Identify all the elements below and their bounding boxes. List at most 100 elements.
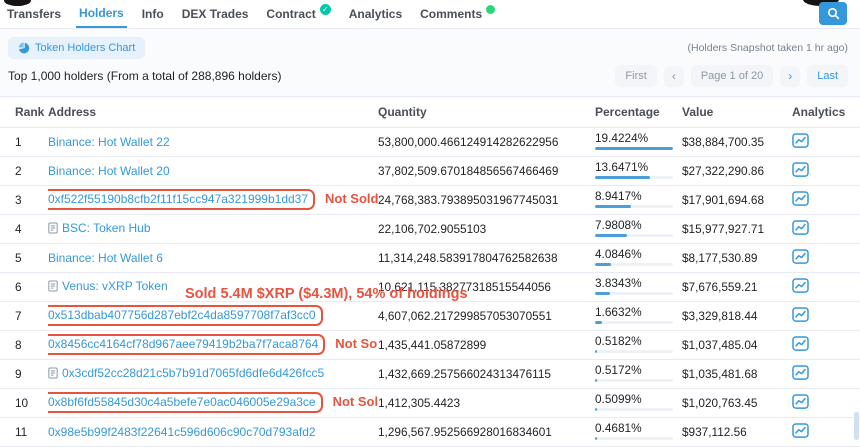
- analytics-chart-icon[interactable]: [792, 278, 809, 293]
- percentage-cell: 0.4681%: [595, 417, 682, 446]
- holder-address-link[interactable]: 0x98e5b99f2483f22641c596d606c90c70d793af…: [48, 425, 316, 439]
- tab-contract[interactable]: Contract ✓: [263, 0, 333, 28]
- value-cell: $3,329,818.44: [682, 301, 792, 330]
- percentage-bar: [595, 437, 673, 440]
- analytics-chart-icon[interactable]: [792, 249, 809, 264]
- table-row: 30xf522f55190b8cfb2f11f15cc947a321999b1d…: [0, 185, 860, 214]
- tab-analytics[interactable]: Analytics: [346, 0, 405, 28]
- comments-dot-icon: [486, 5, 495, 14]
- contract-icon: [48, 367, 58, 382]
- value-cell: $17,901,694.68: [682, 185, 792, 214]
- value-cell: $1,020,763.45: [682, 388, 792, 417]
- column-header-analytics: Analytics: [792, 97, 860, 127]
- holder-address-link[interactable]: 0x513dbab407756d287ebf2c4da8597708f7af3c…: [48, 308, 316, 322]
- analytics-cell: [792, 417, 860, 446]
- not-sold-annotation: Not Sold: [325, 191, 378, 206]
- address-cell: 0x8456cc4164cf78d967aee79419b2ba7f7aca87…: [48, 330, 378, 359]
- snapshot-note: (Holders Snapshot taken 1 hr ago): [687, 42, 848, 54]
- analytics-chart-icon[interactable]: [792, 162, 809, 177]
- tab-comments[interactable]: Comments: [417, 0, 498, 28]
- holders-table: Rank Address Quantity Percentage Value A…: [0, 97, 860, 447]
- value-cell: $1,037,485.04: [682, 330, 792, 359]
- holder-address-link[interactable]: 0x8456cc4164cf78d967aee79419b2ba7f7aca87…: [48, 337, 318, 351]
- tab-label: Comments: [420, 7, 482, 21]
- analytics-chart-icon[interactable]: [792, 423, 809, 438]
- tab-dex-trades[interactable]: DEX Trades: [179, 0, 252, 28]
- token-holders-chart-button[interactable]: Token Holders Chart: [8, 37, 145, 59]
- toolbar-row: Token Holders Chart (Holders Snapshot ta…: [0, 29, 860, 61]
- holder-address-link[interactable]: Venus: vXRP Token: [62, 279, 168, 293]
- next-page-button[interactable]: ›: [780, 66, 800, 87]
- address-cell: Binance: Hot Wallet 22: [48, 127, 378, 156]
- percentage-cell: 19.4224%: [595, 127, 682, 156]
- table-row: 4BSC: Token Hub22,106,702.90551037.9808%…: [0, 214, 860, 243]
- holder-address-link[interactable]: 0x3cdf52cc28d21c5b7b91d7065fd6dfe6d426fc…: [62, 366, 324, 380]
- value-cell: $8,177,530.89: [682, 243, 792, 272]
- analytics-chart-icon[interactable]: [792, 191, 809, 206]
- quantity-cell: 53,800,000.466124914282622956: [378, 127, 595, 156]
- holder-address-link[interactable]: 0xf522f55190b8cfb2f11f15cc947a321999b1dd…: [48, 192, 308, 206]
- percentage-cell: 7.9808%: [595, 214, 682, 243]
- column-header-percentage: Percentage: [595, 97, 682, 127]
- subheader-row: Top 1,000 holders (From a total of 288,8…: [0, 61, 860, 96]
- tab-label: Transfers: [7, 7, 61, 21]
- percentage-value: 1.6632%: [595, 307, 672, 319]
- holder-address-link[interactable]: BSC: Token Hub: [62, 221, 151, 235]
- percentage-cell: 0.5182%: [595, 330, 682, 359]
- percentage-cell: 8.9417%: [595, 185, 682, 214]
- analytics-chart-icon[interactable]: [792, 394, 809, 409]
- percentage-bar: [595, 234, 673, 237]
- percentage-bar: [595, 147, 673, 150]
- highlight-box: 0x8456cc4164cf78d967aee79419b2ba7f7aca87…: [48, 334, 325, 355]
- chart-button-label: Token Holders Chart: [35, 42, 135, 54]
- tab-holders[interactable]: Holders: [76, 0, 127, 28]
- table-row: 9 0x3cdf52cc28d21c5b7b91d7065fd6dfe6d426f…: [0, 359, 860, 388]
- tab-label: Analytics: [349, 7, 402, 21]
- quantity-cell: 1,432,669.257566024313476115: [378, 359, 595, 388]
- holder-address-link[interactable]: 0x8bf6fd55845d30c4a5befe7e0ac046005e29a3…: [48, 395, 316, 409]
- not-sold-annotation: Not Sold: [335, 336, 378, 351]
- first-page-button[interactable]: First: [615, 65, 656, 87]
- holder-address-link[interactable]: Binance: Hot Wallet 22: [48, 135, 170, 149]
- quantity-cell: 1,412,305.4423: [378, 388, 595, 417]
- address-cell: BSC: Token Hub: [48, 214, 378, 243]
- prev-page-button[interactable]: ‹: [664, 66, 684, 87]
- not-sold-annotation: Not Sold: [333, 394, 378, 409]
- holders-toolbar-band: Token Holders Chart (Holders Snapshot ta…: [0, 29, 860, 97]
- table-row: 70x513dbab407756d287ebf2c4da8597708f7af3…: [0, 301, 860, 330]
- tab-label: Holders: [79, 6, 124, 20]
- holder-address-link[interactable]: Binance: Hot Wallet 6: [48, 251, 163, 265]
- rank-cell: 1: [0, 127, 48, 156]
- analytics-chart-icon[interactable]: [792, 336, 809, 351]
- rank-cell: 6: [0, 272, 48, 301]
- analytics-cell: [792, 127, 860, 156]
- tab-label: Contract: [266, 7, 315, 21]
- percentage-value: 4.0846%: [595, 249, 672, 261]
- rank-cell: 10: [0, 388, 48, 417]
- address-cell: 0x513dbab407756d287ebf2c4da8597708f7af3c…: [48, 301, 378, 330]
- analytics-cell: [792, 388, 860, 417]
- rank-cell: 9: [0, 359, 48, 388]
- quantity-cell: 24,768,383.793895031967745031: [378, 185, 595, 214]
- percentage-value: 0.4681%: [595, 423, 672, 435]
- analytics-chart-icon[interactable]: [792, 133, 809, 148]
- analytics-chart-icon[interactable]: [792, 307, 809, 322]
- tab-info[interactable]: Info: [139, 0, 167, 28]
- address-cell: 0xf522f55190b8cfb2f11f15cc947a321999b1dd…: [48, 185, 378, 214]
- highlight-box: 0x8bf6fd55845d30c4a5befe7e0ac046005e29a3…: [48, 392, 323, 413]
- verified-check-icon: ✓: [320, 4, 331, 15]
- value-cell: $7,676,559.21: [682, 272, 792, 301]
- table-row: 5Binance: Hot Wallet 611,314,248.5839178…: [0, 243, 860, 272]
- percentage-value: 0.5172%: [595, 365, 672, 377]
- holder-address-link[interactable]: Binance: Hot Wallet 20: [48, 164, 170, 178]
- analytics-chart-icon[interactable]: [792, 220, 809, 235]
- percentage-value: 0.5099%: [595, 394, 672, 406]
- address-cell: Binance: Hot Wallet 20: [48, 156, 378, 185]
- search-button[interactable]: [819, 2, 847, 25]
- analytics-chart-icon[interactable]: [792, 365, 809, 380]
- value-cell: $38,884,700.35: [682, 127, 792, 156]
- scrollbar-thumb[interactable]: [854, 412, 859, 440]
- percentage-cell: 0.5099%: [595, 388, 682, 417]
- percentage-cell: 0.5172%: [595, 359, 682, 388]
- last-page-button[interactable]: Last: [807, 65, 848, 87]
